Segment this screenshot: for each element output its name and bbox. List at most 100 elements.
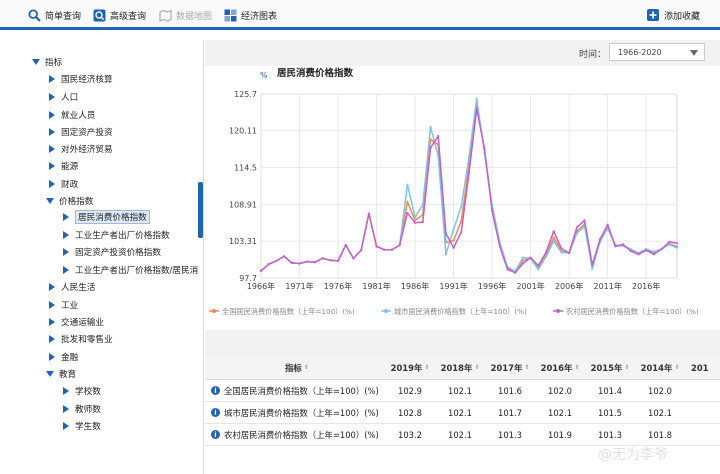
data-point[interactable] [460,205,463,208]
data-point[interactable] [552,240,555,243]
data-point[interactable] [298,262,301,265]
column-header-2016[interactable]: 2016年 ⇕ [535,356,585,379]
tree-item-fixed-investment[interactable]: 固定资产投资 [48,124,113,140]
data-point[interactable] [452,239,455,242]
data-point[interactable] [514,271,517,274]
data-point[interactable] [637,253,640,256]
data-point[interactable] [598,238,602,241]
tree-item-living[interactable]: 人民生活 [48,279,95,295]
data-point[interactable] [406,211,409,215]
tree-item-employment[interactable]: 就业人员 [48,107,95,123]
data-point[interactable] [629,249,632,253]
info-icon[interactable]: i [211,430,220,439]
data-point[interactable] [521,256,525,259]
advanced-query-button[interactable]: 高级查询 [92,7,146,23]
data-point[interactable] [583,219,586,222]
tree-item-industry[interactable]: 工业 [48,297,78,313]
data-point[interactable] [521,262,525,265]
data-point[interactable] [360,249,363,252]
time-range-select[interactable]: 1966-2020 [609,43,705,61]
data-point[interactable] [552,230,555,233]
column-header-2014[interactable]: 2014年 ⇕ [635,356,685,379]
tree-item-ppi-cpi-ratio[interactable]: 工业生产者出厂价格指数/居民消 [62,262,198,278]
data-point[interactable] [367,212,370,215]
tree-item-retail[interactable]: 批发和零售业 [48,331,113,347]
data-point[interactable] [544,251,548,254]
data-point[interactable] [321,257,324,260]
data-point[interactable] [444,253,447,256]
data-point[interactable] [452,246,455,249]
tree-root[interactable]: 指标 [32,54,62,70]
data-point[interactable] [529,256,532,259]
tree-item-transport[interactable]: 交通运输业 [48,314,104,330]
data-point[interactable] [537,268,540,271]
tree-item-students[interactable]: 学生数 [62,418,101,434]
data-point[interactable] [375,245,378,248]
add-favorite-button[interactable]: 添加收藏 [646,7,700,23]
data-point[interactable] [668,240,671,243]
data-point[interactable] [329,259,332,262]
data-point[interactable] [467,171,471,174]
data-point[interactable] [406,200,409,203]
tree-item-teachers[interactable]: 教师数 [62,401,101,417]
data-point[interactable] [336,259,340,263]
data-point[interactable] [652,250,655,253]
data-point[interactable] [652,253,655,256]
tree-item-schools[interactable]: 学校数 [62,383,101,399]
tree-item-price-index[interactable]: 价格指数 [46,193,93,209]
data-point[interactable] [421,203,424,207]
data-point[interactable] [621,243,625,246]
tree-item-education[interactable]: 教育 [46,366,76,382]
data-point[interactable] [437,134,440,138]
data-point[interactable] [421,221,424,224]
data-point[interactable] [645,249,648,252]
econ-chart-button[interactable]: 经济图表 [223,7,277,23]
data-point[interactable] [560,251,563,254]
data-point[interactable] [406,183,409,186]
data-point[interactable] [491,209,494,213]
data-point[interactable] [429,146,432,149]
data-point[interactable] [483,146,486,149]
data-point[interactable] [413,221,417,224]
data-point[interactable] [290,261,293,264]
data-point[interactable] [398,244,401,247]
data-point[interactable] [444,232,447,235]
data-point[interactable] [560,247,563,250]
data-point[interactable] [452,228,455,231]
tree-item-energy[interactable]: 能源 [48,158,78,174]
data-point[interactable] [675,242,679,245]
data-point[interactable] [660,247,663,251]
data-point[interactable] [352,257,355,260]
data-point[interactable] [344,244,347,247]
data-point[interactable] [283,255,286,258]
tree-item-cpi[interactable]: 居民消费价格指数 [62,209,150,225]
data-point[interactable] [591,263,594,266]
data-point[interactable] [537,264,540,267]
tree-item-foreign-trade[interactable]: 对外经济贸易 [48,141,113,157]
data-point[interactable] [259,269,263,272]
data-point[interactable] [606,223,609,226]
data-point[interactable] [614,245,617,248]
data-point[interactable] [467,155,471,159]
data-point[interactable] [498,245,501,248]
data-point[interactable] [267,263,270,266]
data-point[interactable] [591,267,594,270]
tree-item-fixed-investment-price[interactable]: 固定资产投资价格指数 [62,244,161,260]
tree-item-finance-fiscal[interactable]: 财政 [48,176,78,192]
legend-item-2[interactable]: 农村居民消费价格指数（上年=100）(%) [553,307,699,316]
info-icon[interactable]: i [211,386,220,395]
data-point[interactable] [275,259,278,263]
data-point[interactable] [306,260,309,263]
tree-item-national-accounts[interactable]: 国民经济核算 [48,71,113,87]
data-point[interactable] [429,125,432,128]
column-header-indicator[interactable]: 指标 ⇕ [285,356,345,379]
data-point[interactable] [506,268,509,271]
data-point[interactable] [568,251,571,255]
data-point[interactable] [575,226,578,229]
tree-item-ppi[interactable]: 工业生产者出厂价格指数 [62,227,170,243]
tree-item-population[interactable]: 人口 [48,89,78,105]
data-point[interactable] [668,243,671,246]
data-point[interactable] [475,97,478,100]
data-map-button[interactable]: 数据地图 [158,7,212,23]
data-point[interactable] [460,230,463,234]
